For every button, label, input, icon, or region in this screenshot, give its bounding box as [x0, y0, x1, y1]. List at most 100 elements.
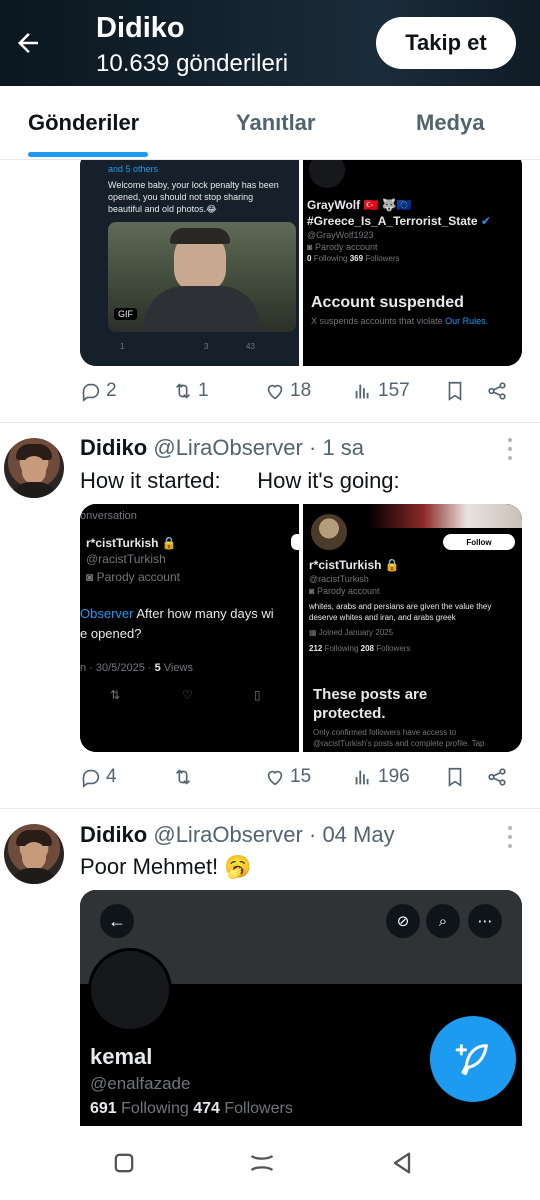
shot-hashtag-name: #Greece_Is_A_Terrorist_State ✔ — [307, 214, 491, 228]
profile-header: Didiko 10.639 gönderileri Takip et — [0, 0, 540, 86]
shot-display-name: r*cistTurkish 🔒 — [86, 536, 177, 550]
post-time[interactable]: 1 sa — [322, 435, 364, 460]
reply-icon — [82, 383, 100, 402]
repost-button[interactable]: 1 — [172, 380, 209, 402]
views-button[interactable]: 196 — [352, 766, 410, 788]
reply-count: 4 — [106, 766, 117, 787]
system-navigation-bar — [0, 1126, 540, 1200]
bookmark-icon — [448, 381, 462, 401]
post-media[interactable]: onversation r*cistTurkish 🔒 @racistTurki… — [80, 504, 522, 752]
gif-thumbnail[interactable]: GIF — [108, 222, 296, 332]
shot-avatar — [88, 948, 172, 1032]
protected-note: Only confirmed followers have access to — [313, 728, 457, 737]
home-gesture-icon — [250, 1154, 274, 1172]
more-options-icon[interactable] — [502, 826, 518, 848]
like-button[interactable]: 18 — [264, 380, 311, 402]
post-actions: 4 15 196 — [80, 766, 520, 796]
repost-button[interactable] — [172, 766, 198, 788]
shot-reply-line: e opened? — [80, 626, 142, 641]
like-button[interactable]: 15 — [264, 766, 311, 788]
suspended-note: X suspends accounts that violate Our Rul… — [311, 316, 489, 326]
meta-separator: · — [308, 435, 317, 460]
suspended-avatar — [307, 160, 347, 190]
reply-button[interactable]: 4 — [80, 766, 117, 788]
shot-repost-icon: ⇅ — [110, 688, 121, 702]
author-handle[interactable]: @LiraObserver — [153, 822, 303, 847]
bookmark-button[interactable] — [444, 380, 466, 402]
media-image-right[interactable]: Follow r*cistTurkish 🔒 @racistTurkish ◙ … — [303, 504, 522, 752]
bookmark-button[interactable] — [444, 766, 466, 788]
reply-line: beautiful and old photos.😂 — [108, 204, 217, 214]
shot-handle: @racistTurkish — [86, 552, 166, 566]
square-icon — [114, 1153, 134, 1173]
media-image-left[interactable]: onversation r*cistTurkish 🔒 @racistTurki… — [80, 504, 299, 752]
author-name[interactable]: Didiko — [80, 435, 147, 460]
author-name[interactable]: Didiko — [80, 822, 147, 847]
shot-display-name: GrayWolf 🇹🇷 🐺🇪🇺 — [307, 198, 412, 212]
media-image-right[interactable]: GrayWolf 🇹🇷 🐺🇪🇺 #Greece_Is_A_Terrorist_S… — [303, 160, 522, 366]
post-time[interactable]: 04 May — [322, 822, 394, 847]
media-image-left[interactable]: and 5 others Welcome baby, your lock pen… — [80, 160, 299, 366]
back-button[interactable] — [0, 0, 56, 86]
shot-follow-button: Follow — [443, 534, 515, 550]
repost-icon — [175, 769, 191, 785]
post-header: Didiko @LiraObserver · 1 sa — [80, 435, 364, 461]
shot-meta: n · 30/5/2025 · 5 Views — [80, 662, 193, 674]
shot-display-name: kemal — [90, 1044, 153, 1069]
shot-search-icon: ⌕ — [426, 904, 460, 938]
bookmark-icon — [448, 767, 462, 787]
views-icon — [355, 770, 369, 785]
repost-icon — [175, 383, 191, 399]
meta-separator: · — [308, 822, 317, 847]
avatar[interactable] — [4, 824, 64, 884]
more-options-icon[interactable] — [502, 438, 518, 460]
shot-handle: @enalfazade — [90, 1074, 191, 1093]
shot-button-edge — [291, 534, 299, 550]
protected-title: protected. — [313, 705, 386, 722]
shot-back-icon: ← — [100, 904, 134, 938]
heart-icon — [267, 770, 283, 786]
arrow-left-icon — [18, 33, 38, 53]
post-media[interactable]: and 5 others Welcome baby, your lock pen… — [80, 160, 522, 366]
timeline[interactable]: and 5 others Welcome baby, your lock pen… — [0, 160, 540, 1126]
share-icon — [488, 382, 506, 400]
post-actions: 2 1 18 157 — [80, 380, 520, 410]
recent-apps-button[interactable] — [104, 1146, 144, 1180]
follow-button[interactable]: Takip et — [376, 17, 516, 69]
protected-title: These posts are — [313, 686, 428, 703]
author-handle[interactable]: @LiraObserver — [153, 435, 303, 460]
heart-icon — [267, 384, 283, 400]
compose-feather-icon — [455, 1044, 488, 1076]
views-button[interactable]: 157 — [352, 380, 410, 402]
avatar[interactable] — [4, 438, 64, 498]
tab-posts[interactable]: Gönderiler — [28, 110, 139, 136]
home-button[interactable] — [242, 1146, 282, 1180]
view-count: 157 — [378, 380, 410, 401]
shot-handle: @GrayWolf1923 — [307, 230, 374, 240]
shot-bookmark-icon: ▯ — [254, 688, 261, 702]
share-button[interactable] — [486, 766, 508, 788]
compose-post-button[interactable] — [430, 1016, 516, 1102]
tab-replies[interactable]: Yanıtlar — [236, 110, 315, 136]
shot-avatar — [309, 512, 349, 552]
views-icon — [355, 384, 369, 399]
reply-button[interactable]: 2 — [80, 380, 117, 402]
repost-count: 1 — [198, 380, 209, 401]
shot-handle: @racistTurkish — [309, 574, 369, 584]
protected-note: @racistTurkish's posts and complete prof… — [313, 739, 485, 748]
shot-follow-stats: 0 Following 369 Followers — [307, 254, 400, 263]
reply-line: Welcome baby, your lock penalty has been — [108, 180, 279, 190]
shot-view-count: 43 — [246, 342, 255, 351]
triangle-back-icon — [393, 1152, 411, 1174]
view-count: 196 — [378, 766, 410, 787]
system-back-button[interactable] — [382, 1146, 422, 1180]
shot-reply-line: Observer After how many days wi — [80, 606, 274, 621]
shot-bio: deserve whites and iran, and arabs greek — [309, 613, 456, 622]
shot-parody-label: ◙ Parody account — [309, 586, 380, 596]
others-text: and 5 others — [108, 164, 159, 174]
post-separator — [0, 422, 540, 423]
tab-media[interactable]: Medya — [416, 110, 484, 136]
like-count: 18 — [290, 380, 312, 401]
share-button[interactable] — [486, 380, 508, 402]
post-header: Didiko @LiraObserver · 04 May — [80, 822, 395, 848]
